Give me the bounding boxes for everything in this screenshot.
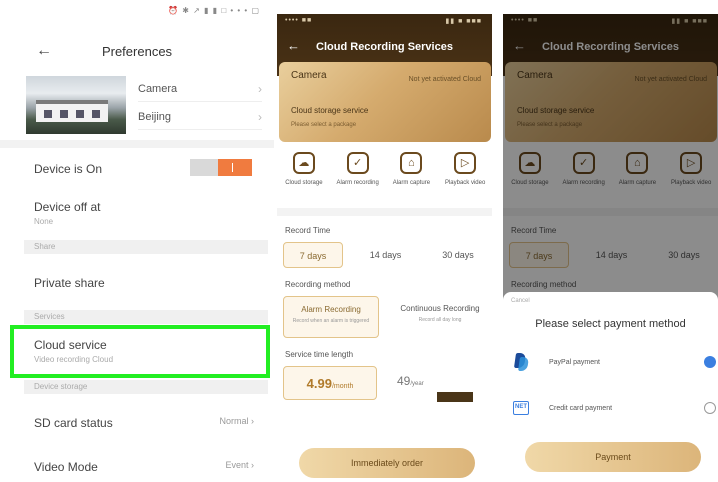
record-time-label: Record Time: [285, 226, 331, 235]
method-option[interactable]: Continuous Recording Record all day long: [392, 296, 488, 338]
section-header-services: Services: [24, 310, 268, 324]
price-amount: 4.99/month: [306, 376, 354, 391]
highlight-box: [10, 325, 270, 378]
video-mode-value: Event ›: [225, 460, 254, 470]
recording-method-label: Recording method: [285, 280, 351, 289]
radio-unselected-icon[interactable]: [704, 402, 716, 414]
status-bar-right: ▮▮ ■ ■■■: [445, 18, 482, 25]
home-icon: ⌂: [400, 152, 423, 174]
building-image: [36, 100, 108, 122]
video-mode-row[interactable]: Video Mode Event ›: [34, 460, 260, 474]
feature-label: Cloud storage: [285, 180, 323, 186]
discount-tag: [437, 392, 473, 402]
service-length-label: Service time length: [285, 350, 354, 359]
payment-button[interactable]: Payment: [525, 442, 701, 472]
feature-item: ☁ Cloud storage: [280, 152, 328, 204]
section-header-storage: Device storage: [24, 380, 268, 394]
credit-card-icon: NET: [513, 401, 529, 415]
feature-item: ⌂ Alarm capture: [387, 152, 435, 204]
service-card: Camera Not yet activated Cloud Cloud sto…: [279, 62, 491, 142]
feature-item: ✓ Alarm recording: [334, 152, 382, 204]
section-header-share: Share: [24, 240, 268, 254]
payment-screen: •••• ■■ ▮▮ ■ ■■■ ← Cloud Recording Servi…: [503, 14, 718, 482]
paypal-icon: [514, 353, 528, 371]
sd-card-row[interactable]: SD card status Normal ›: [34, 416, 260, 430]
chevron-right-icon: ›: [258, 81, 262, 96]
feature-label: Playback video: [444, 180, 486, 186]
play-icon: ▷: [454, 152, 477, 174]
sd-card-value: Normal ›: [219, 416, 254, 426]
feature-label: Alarm recording: [336, 180, 379, 186]
divider: [277, 208, 492, 216]
payment-method-name: PayPal payment: [549, 358, 600, 366]
order-button[interactable]: Immediately order: [299, 448, 475, 478]
device-off-label: Device off at: [34, 200, 101, 214]
method-name: Alarm Recording: [301, 305, 361, 314]
payment-option-card[interactable]: NET Credit card payment: [513, 396, 718, 420]
price-amount: 49/year: [397, 374, 424, 388]
record-time-options: 7 days 14 days 30 days: [283, 242, 488, 268]
feature-label: Alarm capture: [392, 180, 431, 186]
payment-title: Please select payment method: [535, 318, 686, 330]
status-bar: ⏰ ✱ ↗ ▮ ▮ □ • • • ▢: [168, 6, 260, 15]
payment-option-paypal[interactable]: PayPal payment: [513, 350, 718, 374]
feature-list: ☁ Cloud storage ✓ Alarm recording ⌂ Alar…: [277, 152, 492, 204]
shield-icon: ✓: [346, 152, 369, 174]
price-option[interactable]: 49/year: [389, 366, 483, 402]
camera-location-label: Beijing: [138, 110, 172, 123]
screenshot-stage: ⏰ ✱ ↗ ▮ ▮ □ • • • ▢ ← Preferences Camera…: [0, 0, 718, 482]
record-time-option[interactable]: 30 days: [428, 242, 488, 268]
cancel-link[interactable]: Cancel: [511, 298, 530, 304]
page-title: Preferences: [101, 44, 173, 59]
page-title: Cloud Recording Services: [316, 41, 453, 53]
device-off-value: None: [34, 217, 54, 226]
method-desc: Record all day long: [418, 317, 462, 323]
device-off-row[interactable]: Device off at None: [34, 200, 260, 226]
recording-method-options: Alarm Recording Record when an alarm is …: [283, 296, 488, 338]
price-option[interactable]: 4.99/month: [283, 366, 377, 400]
private-share-label: Private share: [34, 276, 105, 290]
card-note: Please select a package: [291, 122, 357, 128]
record-time-option[interactable]: 14 days: [356, 242, 416, 268]
payment-sheet: Cancel Please select payment method PayP…: [503, 292, 718, 482]
method-name: Continuous Recording: [400, 304, 480, 313]
camera-name-label: Camera: [138, 82, 178, 95]
private-share-row[interactable]: Private share: [34, 276, 260, 290]
camera-thumbnail: [26, 76, 126, 134]
camera-name-row[interactable]: Camera ›: [138, 76, 262, 102]
radio-selected-icon[interactable]: [704, 356, 716, 368]
feature-item: ▷ Playback video: [441, 152, 489, 204]
preferences-screen: ⏰ ✱ ↗ ▮ ▮ □ • • • ▢ ← Preferences Camera…: [0, 0, 274, 482]
device-on-toggle[interactable]: [190, 159, 252, 176]
record-time-option[interactable]: 7 days: [283, 242, 343, 268]
payment-method-name: Credit card payment: [549, 404, 613, 412]
method-desc: Record when an alarm is triggered: [292, 318, 370, 324]
card-camera-name: Camera: [291, 70, 327, 81]
modal-overlay[interactable]: [503, 14, 718, 304]
card-description: Cloud storage service: [291, 106, 369, 115]
divider: [0, 140, 274, 148]
camera-location-row[interactable]: Beijing ›: [138, 104, 262, 130]
chevron-right-icon: ›: [258, 109, 262, 124]
card-status: Not yet activated Cloud: [408, 76, 481, 83]
method-option[interactable]: Alarm Recording Record when an alarm is …: [283, 296, 379, 338]
cloud-icon: ☁: [292, 152, 315, 174]
status-bar-left: •••• ■■: [285, 17, 313, 24]
cloud-services-screen: •••• ■■ ▮▮ ■ ■■■ ← Cloud Recording Servi…: [277, 14, 492, 482]
